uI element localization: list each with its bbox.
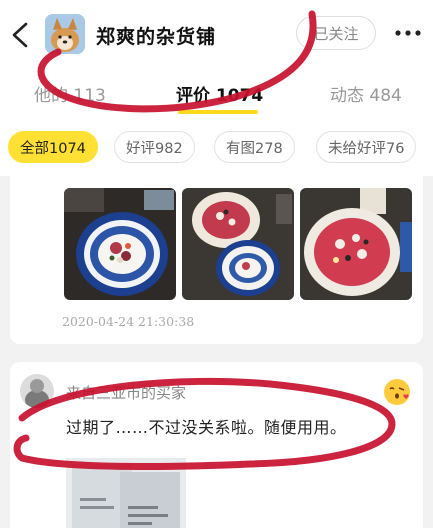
review-timestamp: 2020-04-24 21:30:38 <box>62 314 195 329</box>
filter-all[interactable]: 全部1074 <box>8 131 98 163</box>
shop-name: 郑爽的杂货铺 <box>96 26 217 48</box>
review-photo[interactable] <box>64 188 176 300</box>
filter-with-photos[interactable]: 有图278 <box>214 131 295 163</box>
more-dots-icon[interactable] <box>392 23 424 43</box>
shop-header: 郑爽的杂货铺 已关注 <box>0 0 433 70</box>
kiss-emoji-icon <box>384 379 410 405</box>
tab-items[interactable]: 他的 113 <box>34 81 106 106</box>
back-arrow-icon[interactable] <box>6 20 36 50</box>
active-tab-underline <box>178 110 258 114</box>
tab-bar: 他的 113 评价 1074 动态 484 <box>0 70 433 120</box>
review-photo[interactable] <box>182 188 294 300</box>
tab-posts[interactable]: 动态 484 <box>330 81 402 106</box>
reviewer-name: 来自三亚市的买家 <box>66 384 187 402</box>
review-filter-bar: 全部1074 好评982 有图278 未给好评76 <box>0 120 433 176</box>
review-photo[interactable] <box>66 458 186 528</box>
review-text: 过期了……不过没关系啦。随便用用。 <box>66 418 347 437</box>
review-photo[interactable] <box>300 188 412 300</box>
review-card: 来自三亚市的买家 过期了……不过没关系啦。随便用用。 <box>10 362 423 528</box>
shop-avatar[interactable] <box>45 14 85 54</box>
review-card: 2020-04-24 21:30:38 <box>10 176 423 344</box>
filter-positive[interactable]: 好评982 <box>114 131 195 163</box>
reviewer-avatar <box>20 374 54 408</box>
filter-no-positive[interactable]: 未给好评76 <box>316 131 417 163</box>
follow-button[interactable]: 已关注 <box>296 16 376 50</box>
tab-reviews[interactable]: 评价 1074 <box>176 81 263 106</box>
